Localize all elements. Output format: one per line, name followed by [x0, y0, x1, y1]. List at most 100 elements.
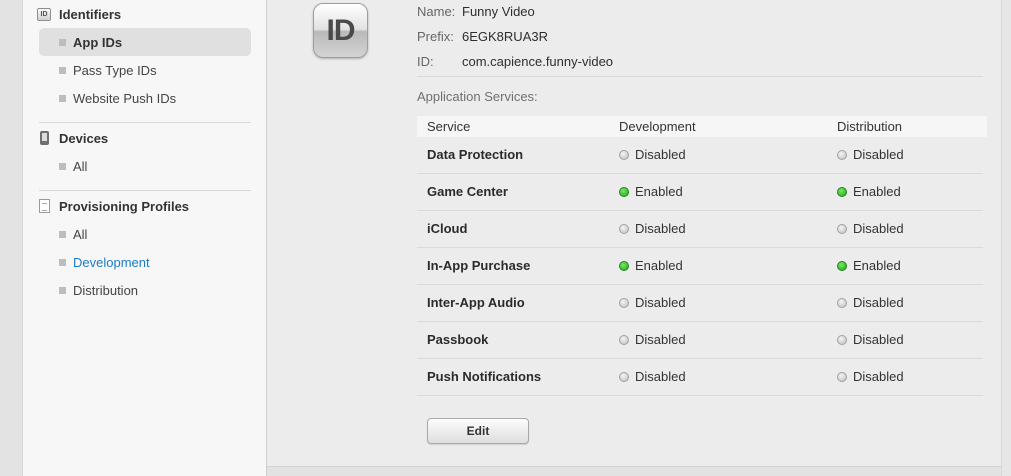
device-icon: [37, 131, 51, 145]
sidebar-item-profiles-distribution[interactable]: Distribution: [39, 276, 251, 304]
distribution-status: Enabled: [837, 184, 901, 199]
sidebar-item-label: All: [73, 158, 88, 174]
status-text: Disabled: [635, 147, 686, 162]
status-text: Disabled: [853, 295, 904, 310]
sidebar-item-label: App IDs: [73, 34, 123, 50]
prefix-value: 6EGK8RUA3R: [462, 28, 548, 44]
name-label: Name:: [417, 3, 456, 19]
table-row: Inter-App Audio Disabled Disabled: [417, 285, 987, 322]
sidebar-item-profiles-development[interactable]: Development: [39, 248, 251, 276]
bullet-icon: [59, 162, 66, 170]
distribution-status: Disabled: [837, 221, 904, 236]
status-disabled-icon: [619, 371, 629, 382]
services-title: Application Services:: [417, 89, 538, 104]
bullet-icon: [59, 66, 66, 74]
status-text: Enabled: [635, 184, 683, 199]
service-name: In-App Purchase: [427, 258, 531, 273]
development-status: Disabled: [619, 369, 686, 384]
app-name-row: Name: Funny Video: [417, 3, 535, 19]
edit-button[interactable]: Edit: [427, 418, 529, 444]
status-disabled-icon: [837, 371, 847, 382]
distribution-status: Disabled: [837, 295, 904, 310]
status-enabled-icon: [837, 260, 847, 271]
status-disabled-icon: [619, 334, 629, 345]
development-status: Disabled: [619, 332, 686, 347]
status-text: Disabled: [853, 147, 904, 162]
table-row: Data Protection Disabled Disabled: [417, 137, 987, 174]
section-divider: [417, 76, 983, 77]
app-id-row: ID: com.capience.funny-video: [417, 53, 613, 69]
right-edge: [1001, 0, 1011, 476]
distribution-status: Disabled: [837, 332, 904, 347]
status-text: Enabled: [853, 258, 901, 273]
section-identifiers: ID Identifiers: [37, 2, 121, 26]
bullet-icon: [59, 38, 66, 46]
sidebar-item-label: Development: [73, 254, 150, 270]
service-name: Passbook: [427, 332, 489, 347]
sidebar-item-app-ids[interactable]: App IDs: [39, 28, 251, 56]
status-disabled-icon: [619, 297, 629, 308]
development-status: Disabled: [619, 295, 686, 310]
development-status: Enabled: [619, 184, 683, 199]
sidebar-item-devices-all[interactable]: All: [39, 152, 251, 180]
app-id-detail-page: ID Identifiers App IDs Pass Type IDs Web…: [0, 0, 1011, 476]
status-disabled-icon: [837, 297, 847, 308]
section-provisioning-profiles: Provisioning Profiles: [37, 194, 189, 218]
status-enabled-icon: [837, 186, 847, 197]
services-table-header: Service Development Distribution: [417, 116, 987, 137]
sidebar-item-label: Website Push IDs: [73, 90, 177, 106]
table-row: iCloud Disabled Disabled: [417, 211, 987, 248]
service-name: Data Protection: [427, 147, 524, 162]
distribution-status: Disabled: [837, 147, 904, 162]
status-text: Disabled: [635, 369, 686, 384]
app-prefix-row: Prefix: 6EGK8RUA3R: [417, 28, 548, 44]
sidebar-item-profiles-all[interactable]: All: [39, 220, 251, 248]
header-distribution: Distribution: [837, 119, 903, 134]
status-text: Disabled: [853, 221, 904, 236]
service-name: Game Center: [427, 184, 508, 199]
sidebar: ID Identifiers App IDs Pass Type IDs Web…: [22, 0, 267, 476]
table-row: Game Center Enabled Enabled: [417, 174, 987, 211]
service-name: Inter-App Audio: [427, 295, 525, 310]
bullet-icon: [59, 258, 66, 266]
status-disabled-icon: [619, 223, 629, 234]
left-gutter: [0, 0, 22, 476]
status-text: Disabled: [853, 369, 904, 384]
table-row: Push Notifications Disabled Disabled: [417, 359, 987, 396]
row-divider: [417, 395, 983, 396]
status-text: Disabled: [635, 221, 686, 236]
table-row: In-App Purchase Enabled Enabled: [417, 248, 987, 285]
section-profiles-title: Provisioning Profiles: [59, 198, 190, 214]
id-value: com.capience.funny-video: [462, 53, 614, 69]
prefix-label: Prefix:: [417, 28, 454, 44]
sidebar-divider: [39, 190, 251, 191]
sidebar-item-label: Distribution: [73, 282, 139, 298]
section-devices-title: Devices: [59, 130, 109, 146]
development-status: Disabled: [619, 147, 686, 162]
name-value: Funny Video: [462, 3, 535, 19]
header-development: Development: [619, 119, 696, 134]
distribution-status: Disabled: [837, 369, 904, 384]
sidebar-item-pass-type-ids[interactable]: Pass Type IDs: [39, 56, 251, 84]
development-status: Disabled: [619, 221, 686, 236]
sidebar-item-label: All: [73, 226, 88, 242]
status-disabled-icon: [837, 334, 847, 345]
distribution-status: Enabled: [837, 258, 901, 273]
development-status: Enabled: [619, 258, 683, 273]
sidebar-item-label: Pass Type IDs: [73, 62, 157, 78]
status-text: Disabled: [635, 295, 686, 310]
status-disabled-icon: [619, 149, 629, 160]
status-text: Enabled: [635, 258, 683, 273]
id-label: ID:: [417, 53, 434, 69]
bullet-icon: [59, 94, 66, 102]
sidebar-item-website-push-ids[interactable]: Website Push IDs: [39, 84, 251, 112]
bottom-bar: [267, 466, 1001, 476]
header-service: Service: [427, 119, 471, 134]
table-row: Passbook Disabled Disabled: [417, 322, 987, 359]
status-text: Enabled: [853, 184, 901, 199]
status-enabled-icon: [619, 186, 629, 197]
status-enabled-icon: [619, 260, 629, 271]
app-id-icon: ID: [313, 3, 368, 58]
service-name: iCloud: [427, 221, 468, 236]
status-disabled-icon: [837, 223, 847, 234]
